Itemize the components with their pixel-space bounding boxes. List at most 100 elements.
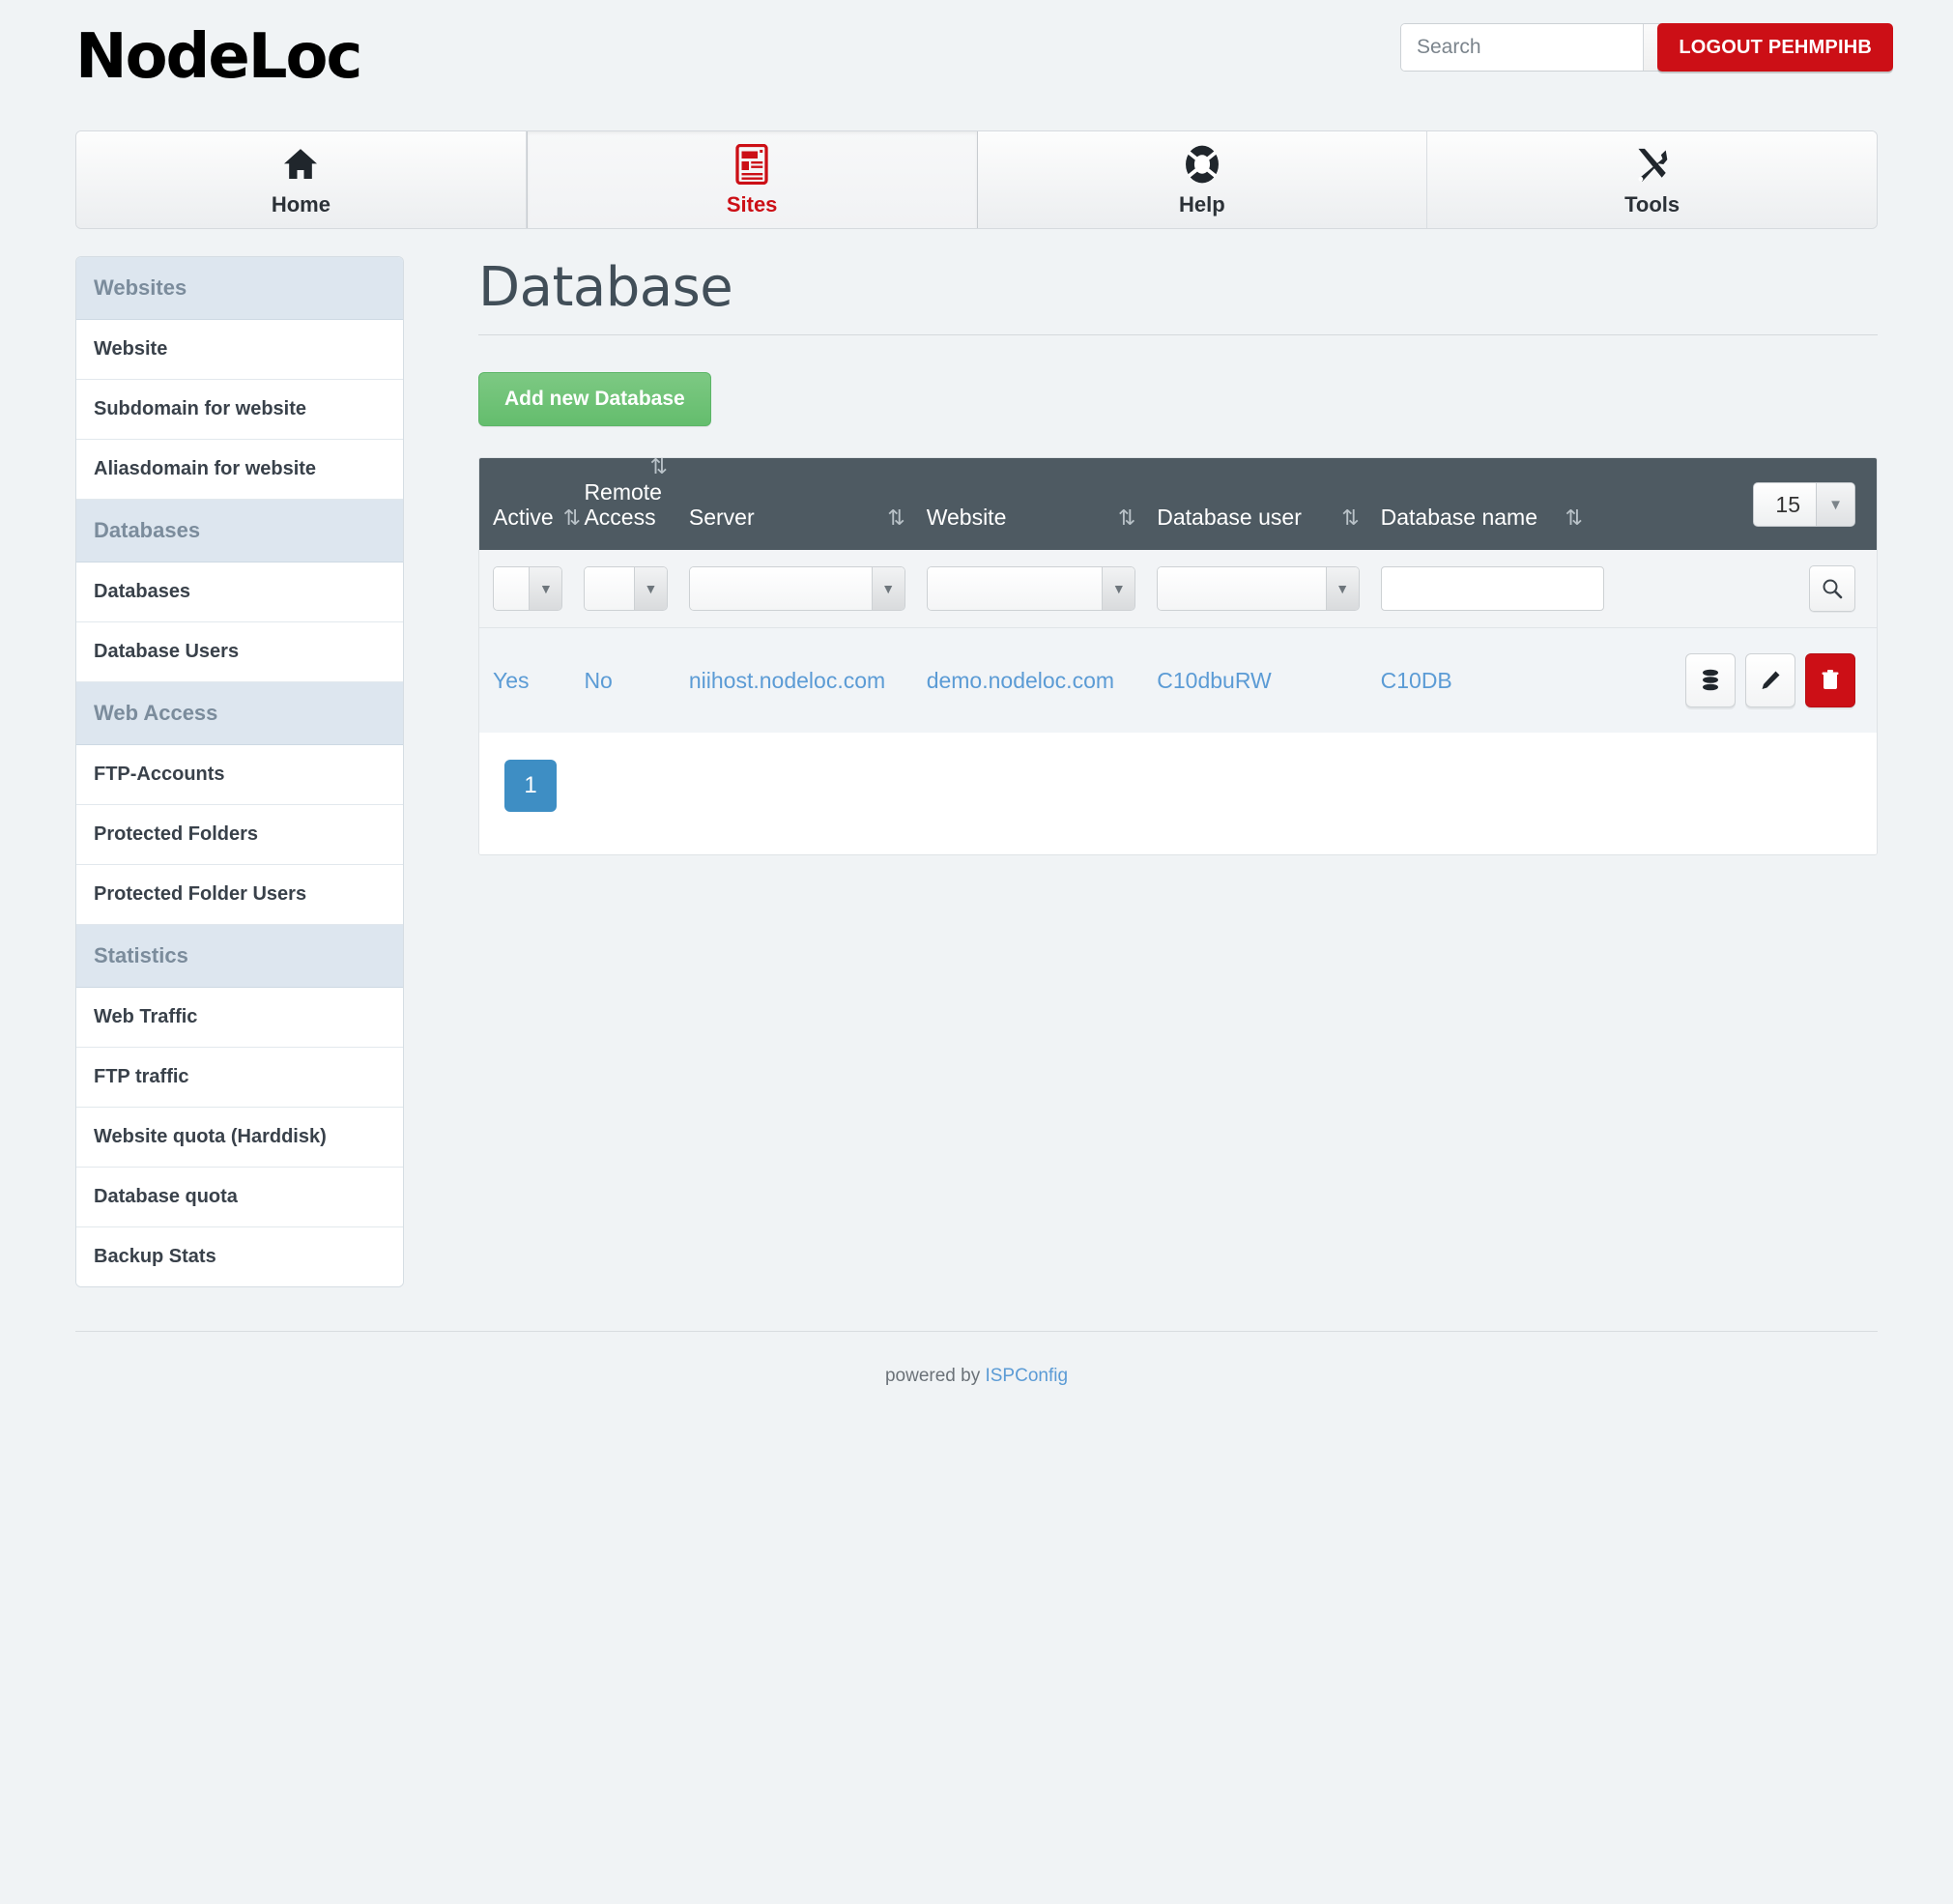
filter-cell-submit (1603, 550, 1877, 629)
filter-cell-server: ▼ (688, 550, 927, 629)
sidebar-item-backup-stats[interactable]: Backup Stats (76, 1227, 403, 1286)
filter-cell-database-user: ▼ (1157, 550, 1381, 629)
top-bar: NodeLoc LOGOUT PEHMPIHB (0, 0, 1953, 130)
column-active[interactable]: Active ⇅ (479, 458, 585, 551)
chevron-down-icon: ▼ (529, 567, 562, 611)
filter-website-value (927, 567, 1103, 611)
filter-database-user-select[interactable]: ▼ (1157, 566, 1360, 612)
cell-active: Yes (479, 627, 585, 734)
cell-website: demo.nodeloc.com (926, 627, 1158, 734)
title-divider (478, 334, 1878, 335)
page-size-select[interactable]: 15 ▼ (1753, 482, 1855, 528)
table-header-row: Active ⇅ Remote Access ⇅ Server ⇅ Websit… (479, 458, 1877, 551)
sidebar-item-website-quota[interactable]: Website quota (Harddisk) (76, 1108, 403, 1168)
cell-remote-access-link[interactable]: No (584, 668, 612, 693)
tab-label: Sites (726, 191, 778, 216)
main-navigation: Home Sites Help Tools (75, 130, 1878, 229)
cell-server: niihost.nodeloc.com (688, 627, 927, 734)
filter-server-select[interactable]: ▼ (688, 566, 905, 612)
table-filter-row: ▼ ▼ ▼ ▼ ▼ (479, 550, 1877, 629)
tab-label: Tools (1624, 191, 1680, 216)
chevron-down-icon: ▼ (1325, 567, 1359, 611)
cell-remote-access: No (584, 627, 689, 734)
sidebar-group-web-access: Web Access (76, 682, 403, 745)
filter-active-select[interactable]: ▼ (493, 566, 563, 612)
add-new-database-button[interactable]: Add new Database (478, 372, 711, 426)
cell-database-name: C10DB (1380, 627, 1604, 734)
column-server[interactable]: Server ⇅ (688, 458, 927, 551)
sidebar-item-database-users[interactable]: Database Users (76, 622, 403, 682)
delete-action-button[interactable] (1805, 653, 1855, 708)
cell-database-user: C10dbuRW (1157, 627, 1381, 734)
cell-server-link[interactable]: niihost.nodeloc.com (689, 668, 885, 693)
ispconfig-link[interactable]: ISPConfig (985, 1366, 1068, 1386)
database-action-button[interactable] (1685, 653, 1736, 708)
logo-letter: o (125, 21, 168, 93)
tab-help[interactable]: Help (977, 131, 1428, 228)
filter-remote-access-value (585, 567, 634, 611)
sidebar-item-ftp-traffic[interactable]: FTP traffic (76, 1048, 403, 1108)
column-website[interactable]: Website ⇅ (926, 458, 1158, 551)
sort-icon[interactable]: ⇅ (1341, 505, 1359, 531)
database-table-card: Active ⇅ Remote Access ⇅ Server ⇅ Websit… (478, 457, 1878, 856)
database-icon (1703, 670, 1718, 691)
chevron-down-icon: ▼ (1102, 567, 1135, 611)
logo-letter: d (165, 21, 211, 93)
logo-letter: L (247, 21, 288, 93)
logo-letter: N (75, 21, 128, 93)
page-title: Database (478, 256, 733, 319)
sidebar-item-aliasdomain-for-website[interactable]: Aliasdomain for website (76, 440, 403, 500)
sidebar-item-protected-folder-users[interactable]: Protected Folder Users (76, 865, 403, 925)
sidebar-item-subdomain-for-website[interactable]: Subdomain for website (76, 380, 403, 440)
filter-cell-database-name (1380, 550, 1604, 629)
tab-tools[interactable]: Tools (1427, 131, 1877, 228)
sidebar-item-website[interactable]: Website (76, 320, 403, 380)
table-row[interactable]: Yes No niihost.nodeloc.com demo.nodeloc.… (479, 627, 1877, 734)
tab-label: Help (1179, 191, 1225, 216)
filter-database-name-input[interactable] (1380, 566, 1604, 612)
filter-active-value (494, 567, 530, 611)
sort-icon[interactable]: ⇅ (1565, 505, 1583, 531)
sort-icon[interactable]: ⇅ (563, 505, 581, 531)
sort-icon[interactable]: ⇅ (1118, 505, 1135, 531)
sidebar: Websites Website Subdomain for website A… (75, 256, 404, 1287)
sidebar-item-database-quota[interactable]: Database quota (76, 1168, 403, 1227)
sidebar-item-protected-folders[interactable]: Protected Folders (76, 805, 403, 865)
search-input[interactable] (1401, 24, 1643, 71)
column-remote-access[interactable]: Remote Access ⇅ (584, 458, 689, 551)
cell-database-user-link[interactable]: C10dbuRW (1157, 668, 1271, 693)
body-layout: Websites Website Subdomain for website A… (75, 256, 1878, 1287)
chevron-down-icon: ▼ (633, 567, 667, 611)
logo-letter: c (326, 21, 363, 93)
filter-server-value (689, 567, 872, 611)
column-database-user[interactable]: Database user ⇅ (1157, 458, 1381, 551)
chevron-down-icon: ▼ (1816, 483, 1854, 527)
filter-search-button[interactable] (1809, 565, 1855, 613)
column-label: Database name (1380, 505, 1538, 531)
cell-website-link[interactable]: demo.nodeloc.com (927, 668, 1114, 693)
cell-database-name-link[interactable]: C10DB (1381, 668, 1452, 693)
pagination-page-1[interactable]: 1 (504, 760, 557, 813)
column-page-size: 15 ▼ (1603, 458, 1877, 551)
sidebar-item-databases[interactable]: Databases (76, 563, 403, 622)
pagination: 1 (479, 733, 1877, 855)
edit-action-button[interactable] (1745, 653, 1795, 708)
logo-letter: e (208, 21, 249, 93)
logout-button[interactable]: LOGOUT PEHMPIHB (1657, 23, 1893, 72)
sidebar-item-ftp-accounts[interactable]: FTP-Accounts (76, 745, 403, 805)
column-database-name[interactable]: Database name ⇅ (1380, 458, 1604, 551)
edit-pencil-icon (1762, 671, 1780, 690)
site-logo[interactable]: NodeLoc (75, 21, 363, 93)
search-icon (1823, 579, 1843, 599)
document-icon (735, 143, 768, 186)
cell-active-link[interactable]: Yes (493, 668, 530, 693)
tab-sites[interactable]: Sites (526, 131, 978, 228)
filter-remote-access-select[interactable]: ▼ (584, 566, 668, 612)
cell-row-actions (1603, 627, 1877, 734)
sidebar-group-databases: Databases (76, 500, 403, 563)
tab-home[interactable]: Home (76, 131, 527, 228)
sidebar-item-web-traffic[interactable]: Web Traffic (76, 988, 403, 1048)
sort-icon[interactable]: ⇅ (887, 505, 905, 531)
filter-website-select[interactable]: ▼ (926, 566, 1136, 612)
sort-icon[interactable]: ⇅ (649, 458, 667, 479)
